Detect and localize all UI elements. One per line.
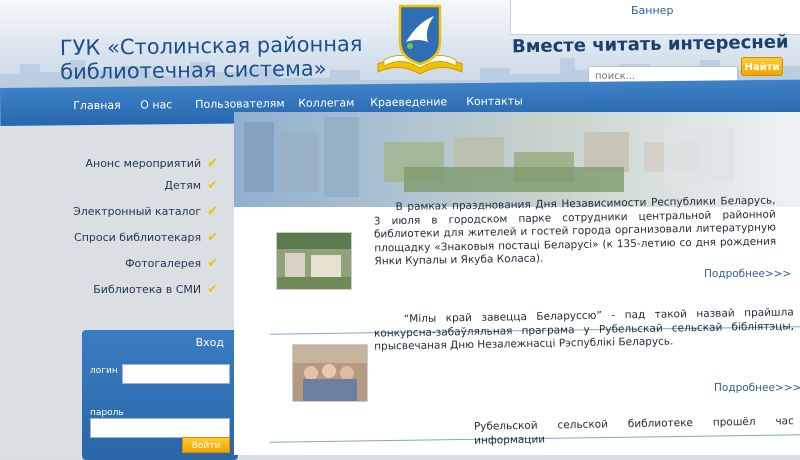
login-button[interactable]: Войти [182, 437, 230, 453]
password-label: пароль [90, 408, 124, 418]
sidebar-item-children[interactable]: Детям ✔ [164, 178, 218, 193]
news-text-3: Рубельской сельской библиотеке прошёл ча… [473, 415, 794, 447]
news-thumbnail-2[interactable] [292, 344, 368, 402]
checkmark-icon: ✔ [207, 230, 218, 245]
sidebar-item-label: Анонс мероприятий [85, 157, 202, 170]
login-label: логин [90, 366, 118, 376]
checkmark-icon: ✔ [207, 204, 218, 219]
nav-item-home[interactable]: Главная [73, 99, 121, 112]
news-thumbnail-1[interactable] [276, 232, 352, 290]
login-panel: Вход логин пароль Войти [82, 330, 238, 460]
sidebar-item-label: Детям [164, 179, 202, 192]
library-logo-icon[interactable] [370, 2, 470, 86]
read-more-link-1[interactable]: Подробнее>>> [704, 268, 791, 280]
sidebar-item-label: Спроси библиотекаря [74, 231, 202, 244]
search-button[interactable]: Найти [741, 57, 783, 76]
site-header: Баннер ГУК «Столинская районная библиоте… [0, 0, 800, 88]
login-title: Вход [195, 336, 224, 349]
nav-item-about[interactable]: О нас [140, 98, 172, 111]
news-text-2: “Мілы край завецца Беларуссю” - пад тако… [373, 306, 795, 353]
nav-item-colleagues[interactable]: Коллегам [298, 96, 354, 110]
sidebar-item-catalog[interactable]: Электронный каталог ✔ [73, 204, 218, 219]
checkmark-icon: ✔ [207, 178, 218, 193]
checkmark-icon: ✔ [207, 156, 218, 171]
nav-item-contacts[interactable]: Контакты [466, 95, 523, 109]
site-title[interactable]: ГУК «Столинская районная библиотечная си… [60, 32, 363, 84]
banner-box[interactable]: Баннер [510, 0, 800, 35]
checkmark-icon: ✔ [207, 256, 218, 271]
main-content: В рамках празднования Дня Независимости … [234, 112, 800, 455]
sidebar: Анонс мероприятий ✔ Детям ✔ Электронный ка… [0, 126, 238, 460]
banner-label: Баннер [631, 4, 674, 17]
sidebar-item-label: Электронный каталог [73, 205, 202, 218]
sidebar-item-gallery[interactable]: Фотогалерея ✔ [125, 256, 218, 271]
site-title-line2: библиотечная система» [60, 56, 327, 85]
password-field[interactable] [90, 418, 230, 438]
sidebar-item-label: Библиотека в СМИ [93, 283, 202, 296]
nav-item-users[interactable]: Пользователям [195, 97, 285, 111]
sidebar-item-events[interactable]: Анонс мероприятий ✔ [85, 156, 218, 171]
checkmark-icon: ✔ [207, 282, 218, 297]
read-more-link-2[interactable]: Подробнее>>> [714, 382, 800, 394]
sidebar-item-media[interactable]: Библиотека в СМИ ✔ [93, 282, 218, 297]
sidebar-item-label: Фотогалерея [125, 257, 202, 270]
news-text-1: В рамках празднования Дня Независимости … [373, 194, 777, 268]
login-field[interactable] [122, 364, 230, 384]
nav-item-local-history[interactable]: Краеведение [370, 95, 447, 109]
town-panorama-image [234, 112, 800, 207]
sidebar-item-ask-librarian[interactable]: Спроси библиотекаря ✔ [74, 230, 218, 245]
